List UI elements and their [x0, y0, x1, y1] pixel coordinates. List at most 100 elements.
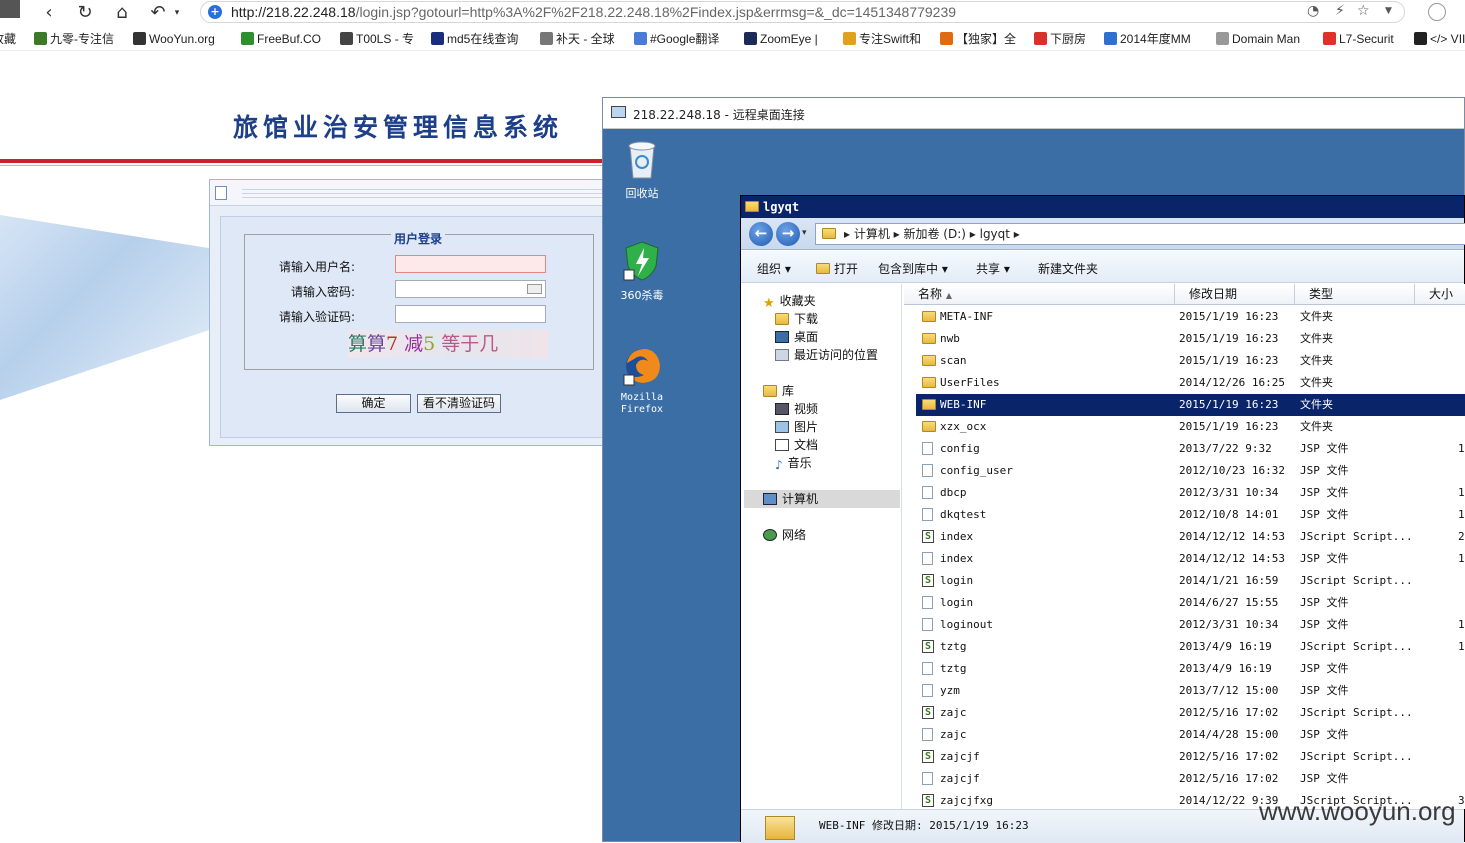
- nav-recent[interactable]: 最近访问的位置: [775, 346, 878, 363]
- nav-music[interactable]: ♪ 音乐: [775, 454, 812, 472]
- file-date: 2015/1/19 16:23: [1179, 332, 1279, 345]
- captcha-image[interactable]: 算算7 减5 等于几: [348, 330, 548, 358]
- lightning-icon[interactable]: ⚡: [1335, 3, 1345, 19]
- captcha-char: 算: [348, 333, 368, 355]
- file-row[interactable]: tztg 2013/4/9 16:19 JSP 文件: [916, 658, 1465, 680]
- forward-arrow-icon[interactable]: →: [776, 222, 800, 246]
- file-row[interactable]: config_user 2012/10/23 16:32 JSP 文件: [916, 460, 1465, 482]
- bookmark-item[interactable]: ZoomEye |: [744, 30, 818, 48]
- bookmark-item[interactable]: 专注Swift和: [843, 30, 921, 48]
- bookmark-item[interactable]: md5在线查询: [431, 30, 518, 48]
- bookmark-item[interactable]: #Google翻译: [634, 30, 719, 48]
- file-row[interactable]: tztg 2013/4/9 16:19 JScript Script... 1: [916, 636, 1465, 658]
- column-name[interactable]: 名称 ▲: [904, 284, 1175, 305]
- file-row[interactable]: zajc 2014/4/28 15:00 JSP 文件: [916, 724, 1465, 746]
- column-modified[interactable]: 修改日期: [1175, 284, 1295, 305]
- bookmark-item[interactable]: T00LS - 专: [340, 30, 414, 48]
- nav-videos[interactable]: 视频: [775, 400, 818, 417]
- file-row[interactable]: index 2014/12/12 14:53 JSP 文件 1: [916, 548, 1465, 570]
- bookmark-item[interactable]: 【独家】全: [940, 30, 1016, 48]
- explorer-breadcrumb[interactable]: ▸ 计算机 ▸ 新加卷 (D:) ▸ lgyqt ▸: [815, 223, 1465, 245]
- file-row[interactable]: loginout 2012/3/31 10:34 JSP 文件 1: [916, 614, 1465, 636]
- undo-dropdown-icon[interactable]: ▾: [166, 2, 188, 24]
- bookmark-item[interactable]: L7-Securit: [1323, 30, 1394, 48]
- file-row[interactable]: zajcjf 2012/5/16 17:02 JSP 文件: [916, 768, 1465, 790]
- desktop-icon-firefox[interactable]: Mozilla Firefox: [612, 345, 672, 416]
- bookmark-item[interactable]: 2014年度MM: [1104, 30, 1191, 48]
- file-row[interactable]: index 2014/12/12 14:53 JScript Script... 2: [916, 526, 1465, 548]
- share-menu[interactable]: 共享 ▾: [976, 260, 1010, 277]
- star-icon[interactable]: ☆: [1357, 3, 1370, 19]
- back-button[interactable]: ‹: [38, 2, 60, 24]
- file-row[interactable]: xzx_ocx 2015/1/19 16:23 文件夹: [916, 416, 1465, 438]
- desktop-icon-360-antivirus[interactable]: 360杀毒: [612, 240, 672, 303]
- column-size[interactable]: 大小: [1415, 284, 1465, 305]
- file-row[interactable]: WEB-INF 2015/1/19 16:23 文件夹: [916, 394, 1465, 416]
- file-row[interactable]: nwb 2015/1/19 16:23 文件夹: [916, 328, 1465, 350]
- nav-favorites[interactable]: ★ 收藏夹: [763, 292, 816, 311]
- file-type: JSP 文件: [1300, 508, 1349, 521]
- file-row[interactable]: zajcjf 2012/5/16 17:02 JScript Script...: [916, 746, 1465, 768]
- url-text[interactable]: http://218.22.248.18/login.jsp?gotourl=h…: [231, 4, 956, 20]
- bookmark-item[interactable]: Domain Man: [1216, 30, 1300, 48]
- home-button[interactable]: ⌂: [111, 2, 133, 24]
- file-row[interactable]: dbcp 2012/3/31 10:34 JSP 文件 1: [916, 482, 1465, 504]
- file-row[interactable]: zajc 2012/5/16 17:02 JScript Script...: [916, 702, 1465, 724]
- file-row[interactable]: login 2014/1/21 16:59 JScript Script...: [916, 570, 1465, 592]
- nav-documents[interactable]: 文档: [775, 436, 818, 453]
- file-date: 2012/3/31 10:34: [1179, 486, 1279, 499]
- file-type: JScript Script...: [1300, 530, 1413, 543]
- profile-icon[interactable]: [1428, 3, 1446, 21]
- refresh-captcha-button[interactable]: 看不清验证码: [417, 394, 501, 413]
- explorer-command-bar: 组织 ▾ 打开 包含到库中 ▾ 共享 ▾ 新建文件夹: [741, 251, 1464, 283]
- keyboard-icon[interactable]: [527, 284, 542, 294]
- nav-network[interactable]: 网络: [763, 526, 806, 543]
- file-date: 2015/1/19 16:23: [1179, 420, 1279, 433]
- include-in-library-menu[interactable]: 包含到库中 ▾: [878, 260, 948, 277]
- file-row[interactable]: login 2014/6/27 15:55 JSP 文件: [916, 592, 1465, 614]
- script-file-icon: [922, 702, 934, 724]
- login-panel-titlebar: [210, 180, 608, 206]
- nav-pictures[interactable]: 图片: [775, 418, 818, 435]
- bookmark-item[interactable]: WooYun.org: [133, 30, 215, 48]
- file-type: 文件夹: [1300, 354, 1333, 367]
- bookmark-item[interactable]: 补天 - 全球: [540, 30, 615, 48]
- nav-libraries[interactable]: 库: [763, 382, 794, 399]
- site-info-icon[interactable]: +: [208, 5, 222, 19]
- file-row[interactable]: dkqtest 2012/10/8 14:01 JSP 文件 1: [916, 504, 1465, 526]
- nav-downloads[interactable]: 下载: [775, 310, 818, 327]
- firefox-icon: [623, 349, 660, 386]
- open-button[interactable]: 打开: [816, 260, 858, 277]
- bookmark-item[interactable]: </> VIIV P: [1414, 30, 1465, 48]
- jsp-file-icon: [922, 728, 933, 741]
- bookmark-item[interactable]: FreeBuf.CO: [241, 30, 321, 48]
- bookmark-item[interactable]: 收藏: [0, 30, 16, 48]
- column-type[interactable]: 类型: [1295, 284, 1415, 305]
- ok-button[interactable]: 确定: [336, 394, 411, 413]
- history-dropdown-icon[interactable]: ▾: [802, 228, 807, 238]
- back-arrow-icon[interactable]: ←: [749, 222, 773, 246]
- file-row[interactable]: META-INF 2015/1/19 16:23 文件夹: [916, 306, 1465, 328]
- url-dropdown-icon[interactable]: ▼: [1385, 6, 1392, 16]
- nav-desktop[interactable]: 桌面: [775, 328, 818, 345]
- desktop-icon-recycle-bin[interactable]: 回收站: [612, 138, 672, 201]
- speed-icon[interactable]: ◔: [1307, 3, 1319, 19]
- username-input[interactable]: [395, 255, 546, 273]
- file-row[interactable]: config 2013/7/22 9:32 JSP 文件 1: [916, 438, 1465, 460]
- file-row[interactable]: scan 2015/1/19 16:23 文件夹: [916, 350, 1465, 372]
- header-divider-thin: [0, 165, 605, 166]
- file-row[interactable]: yzm 2013/7/12 15:00 JSP 文件: [916, 680, 1465, 702]
- refresh-button[interactable]: ↻: [74, 2, 96, 24]
- nav-computer[interactable]: 计算机: [763, 490, 818, 507]
- file-row[interactable]: UserFiles 2014/12/26 16:25 文件夹: [916, 372, 1465, 394]
- captcha-input[interactable]: [395, 305, 546, 323]
- navigation-pane: ★ 收藏夹 下载 桌面 最近访问的位置 库 视频 图片 文档 ♪ 音乐 计算机 网络: [741, 284, 902, 809]
- organize-menu[interactable]: 组织 ▾: [757, 260, 791, 277]
- file-date: 2012/5/16 17:02: [1179, 772, 1279, 785]
- bookmark-label: 九零-专注信: [50, 32, 114, 46]
- bookmark-item[interactable]: 九零-专注信: [34, 30, 114, 48]
- bookmark-item[interactable]: 下厨房: [1034, 30, 1086, 48]
- new-folder-button[interactable]: 新建文件夹: [1038, 260, 1098, 277]
- address-bar[interactable]: + http://218.22.248.18/login.jsp?gotourl…: [200, 1, 1405, 23]
- password-input[interactable]: [395, 280, 546, 298]
